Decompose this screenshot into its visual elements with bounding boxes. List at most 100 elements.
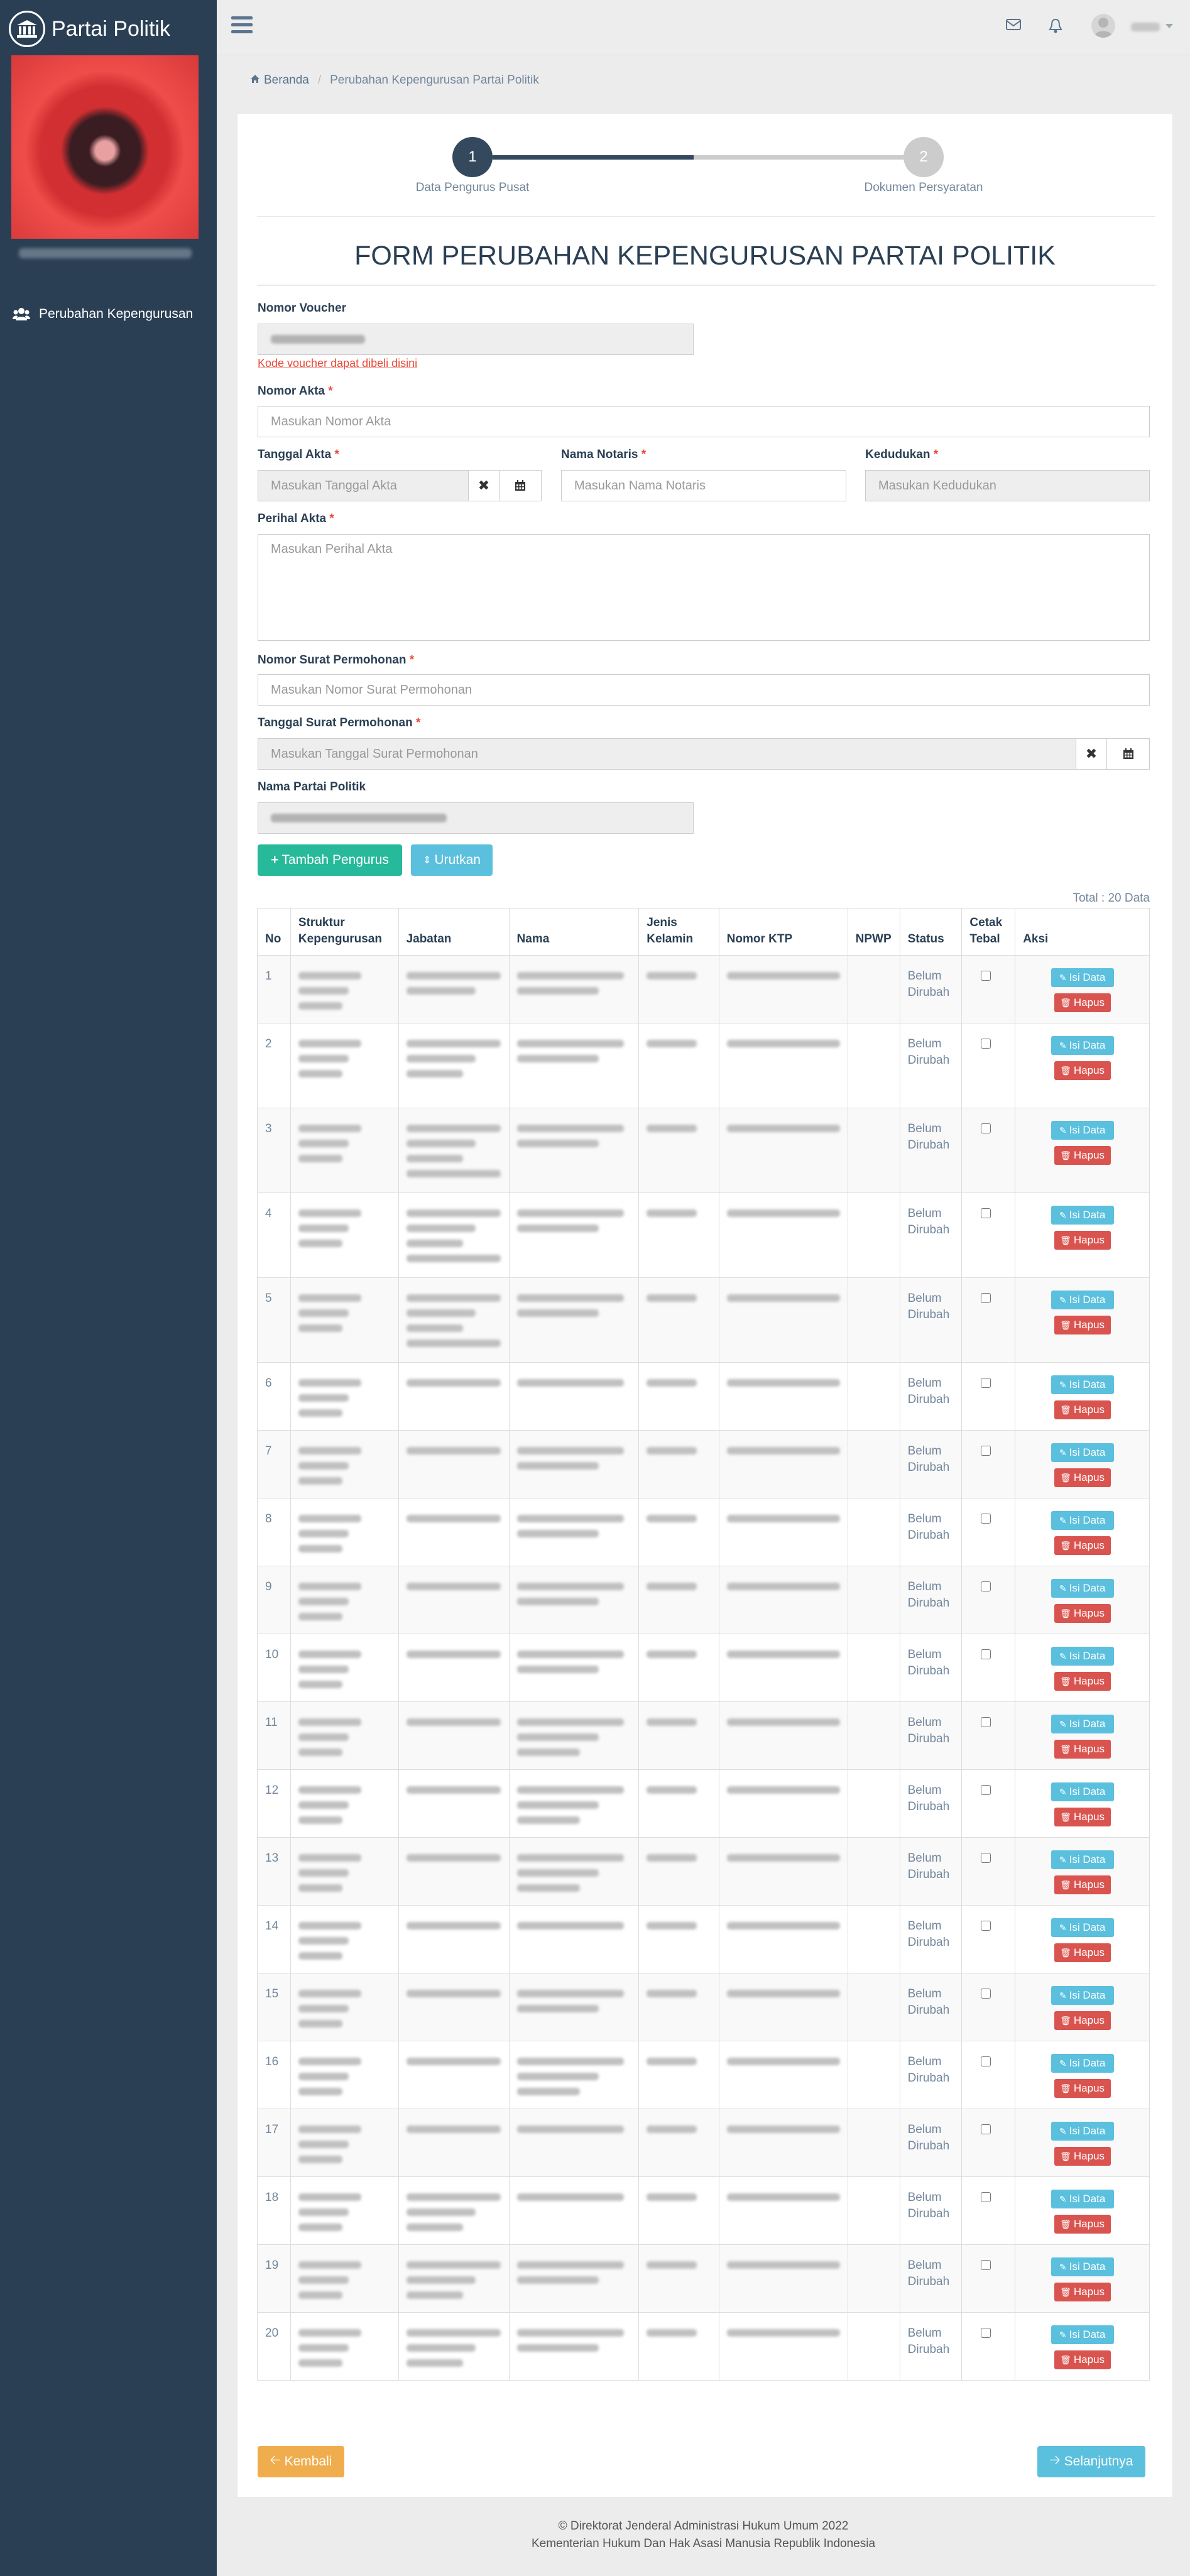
cetak-tebal-checkbox[interactable]	[981, 1717, 991, 1727]
hapus-button[interactable]: 🗑 Hapus	[1054, 1468, 1111, 1487]
cell-no: 8	[257, 1498, 291, 1566]
table-row: 9 Belum Dirubah ✎ Isi Data 🗑 Hapus	[257, 1566, 1150, 1634]
isi-data-button[interactable]: ✎ Isi Data	[1051, 1715, 1114, 1733]
cell-nomor-ktp	[718, 1973, 848, 2041]
cetak-tebal-checkbox[interactable]	[981, 1378, 991, 1388]
clear-icon[interactable]: ✖	[1076, 738, 1107, 770]
cetak-tebal-checkbox[interactable]	[981, 971, 991, 981]
cetak-tebal-checkbox[interactable]	[981, 1581, 991, 1591]
hapus-button[interactable]: 🗑 Hapus	[1054, 2215, 1111, 2234]
user-name-blurred[interactable]	[1131, 23, 1160, 31]
tanggal-surat-permohonan-input[interactable]: Masukan Tanggal Surat Permohonan	[258, 738, 1076, 770]
hapus-button[interactable]: 🗑 Hapus	[1054, 2011, 1111, 2030]
breadcrumb-home[interactable]: Beranda	[264, 74, 309, 87]
brand[interactable]: Partai Politik	[9, 10, 170, 48]
cell-aksi: ✎ Isi Data 🗑 Hapus	[1015, 1905, 1150, 1973]
hapus-button[interactable]: 🗑 Hapus	[1054, 1400, 1111, 1419]
isi-data-button[interactable]: ✎ Isi Data	[1051, 1121, 1114, 1140]
isi-data-button[interactable]: ✎ Isi Data	[1051, 1511, 1114, 1530]
isi-data-button[interactable]: ✎ Isi Data	[1051, 1579, 1114, 1598]
cetak-tebal-checkbox[interactable]	[981, 1446, 991, 1456]
isi-data-button[interactable]: ✎ Isi Data	[1051, 1036, 1114, 1055]
tanggal-akta-input[interactable]: Masukan Tanggal Akta	[258, 470, 469, 501]
hapus-button[interactable]: 🗑 Hapus	[1054, 1943, 1111, 1962]
cell-nomor-ktp	[718, 1701, 848, 1770]
wizard-step-2[interactable]: 2	[903, 137, 944, 177]
cetak-tebal-checkbox[interactable]	[981, 1649, 991, 1659]
wizard-step-1[interactable]: 1	[452, 137, 493, 177]
blurred-text	[298, 1294, 361, 1302]
isi-data-button[interactable]: ✎ Isi Data	[1051, 2054, 1114, 2073]
cetak-tebal-checkbox[interactable]	[981, 1039, 991, 1049]
isi-data-button[interactable]: ✎ Isi Data	[1051, 1850, 1114, 1869]
isi-data-button[interactable]: ✎ Isi Data	[1051, 1782, 1114, 1801]
blurred-text	[298, 1666, 349, 1673]
cetak-tebal-checkbox[interactable]	[981, 1921, 991, 1931]
blurred-text	[406, 1040, 501, 1047]
isi-data-button[interactable]: ✎ Isi Data	[1051, 2257, 1114, 2276]
selanjutnya-button[interactable]: 🡢 Selanjutnya	[1037, 2446, 1145, 2477]
hapus-button[interactable]: 🗑 Hapus	[1054, 2147, 1111, 2166]
hapus-button[interactable]: 🗑 Hapus	[1054, 1808, 1111, 1826]
cetak-tebal-checkbox[interactable]	[981, 1853, 991, 1863]
isi-data-button[interactable]: ✎ Isi Data	[1051, 2122, 1114, 2141]
isi-data-button[interactable]: ✎ Isi Data	[1051, 1986, 1114, 2005]
kedudukan-input[interactable]: Masukan Kedudukan	[865, 470, 1150, 501]
urutkan-button[interactable]: ⇕ Urutkan	[411, 844, 493, 876]
cell-aksi: ✎ Isi Data 🗑 Hapus	[1015, 2109, 1150, 2177]
cetak-tebal-checkbox[interactable]	[981, 1785, 991, 1795]
cetak-tebal-checkbox[interactable]	[981, 2328, 991, 2338]
cetak-tebal-checkbox[interactable]	[981, 2192, 991, 2202]
isi-data-button[interactable]: ✎ Isi Data	[1051, 1206, 1114, 1225]
hapus-button[interactable]: 🗑 Hapus	[1054, 1672, 1111, 1691]
cetak-tebal-checkbox[interactable]	[981, 2260, 991, 2270]
hapus-button[interactable]: 🗑 Hapus	[1054, 1536, 1111, 1555]
calendar-icon[interactable]	[1106, 738, 1150, 770]
cetak-tebal-checkbox[interactable]	[981, 2056, 991, 2066]
cetak-tebal-checkbox[interactable]	[981, 1293, 991, 1303]
isi-data-button[interactable]: ✎ Isi Data	[1051, 968, 1114, 987]
user-avatar[interactable]	[1091, 14, 1115, 38]
kembali-button[interactable]: 🡠 Kembali	[258, 2446, 344, 2477]
blurred-text	[298, 1651, 361, 1658]
hapus-button[interactable]: 🗑 Hapus	[1054, 2079, 1111, 2098]
hapus-button[interactable]: 🗑 Hapus	[1054, 1875, 1111, 1894]
isi-data-button[interactable]: ✎ Isi Data	[1051, 2325, 1114, 2344]
envelope-icon[interactable]	[1005, 18, 1024, 36]
hapus-button[interactable]: 🗑 Hapus	[1054, 1061, 1111, 1080]
nomor-surat-permohonan-input[interactable]: Masukan Nomor Surat Permohonan	[258, 674, 1150, 706]
cetak-tebal-checkbox[interactable]	[981, 1514, 991, 1524]
isi-data-button[interactable]: ✎ Isi Data	[1051, 1647, 1114, 1666]
cetak-tebal-checkbox[interactable]	[981, 1989, 991, 1999]
cetak-tebal-checkbox[interactable]	[981, 2124, 991, 2134]
bell-icon[interactable]	[1048, 18, 1067, 36]
hapus-button[interactable]: 🗑 Hapus	[1054, 1740, 1111, 1759]
perihal-akta-textarea[interactable]: Masukan Perihal Akta	[258, 534, 1150, 641]
clear-icon[interactable]: ✖	[468, 470, 499, 501]
nomor-akta-input[interactable]: Masukan Nomor Akta	[258, 406, 1150, 437]
hapus-button[interactable]: 🗑 Hapus	[1054, 1231, 1111, 1250]
nama-notaris-input[interactable]: Masukan Nama Notaris	[561, 470, 846, 501]
hapus-button[interactable]: 🗑 Hapus	[1054, 2350, 1111, 2369]
hapus-button[interactable]: 🗑 Hapus	[1054, 2283, 1111, 2301]
hapus-button[interactable]: 🗑 Hapus	[1054, 1316, 1111, 1334]
isi-data-button[interactable]: ✎ Isi Data	[1051, 1918, 1114, 1937]
sidebar-item-perubahan-kepengurusan[interactable]: Perubahan Kepengurusan	[13, 307, 193, 322]
tambah-pengurus-button[interactable]: + Tambah Pengurus	[258, 844, 402, 876]
arrow-right-icon: 🡢	[1049, 2452, 1061, 2467]
isi-data-button[interactable]: ✎ Isi Data	[1051, 1375, 1114, 1394]
hapus-button[interactable]: 🗑 Hapus	[1054, 993, 1111, 1012]
hapus-button[interactable]: 🗑 Hapus	[1054, 1146, 1111, 1165]
cetak-tebal-checkbox[interactable]	[981, 1123, 991, 1133]
hapus-button[interactable]: 🗑 Hapus	[1054, 1604, 1111, 1623]
isi-data-button[interactable]: ✎ Isi Data	[1051, 2190, 1114, 2208]
isi-data-button[interactable]: ✎ Isi Data	[1051, 1443, 1114, 1462]
voucher-purchase-link[interactable]: Kode voucher dapat dibeli disini	[258, 357, 417, 370]
chevron-down-icon[interactable]	[1165, 24, 1173, 28]
calendar-icon[interactable]	[499, 470, 542, 501]
cetak-tebal-checkbox[interactable]	[981, 1208, 991, 1218]
menu-toggle-icon[interactable]	[231, 16, 253, 36]
row-number: 10	[265, 1648, 279, 1661]
isi-data-button[interactable]: ✎ Isi Data	[1051, 1291, 1114, 1309]
column-header: No	[257, 908, 291, 956]
